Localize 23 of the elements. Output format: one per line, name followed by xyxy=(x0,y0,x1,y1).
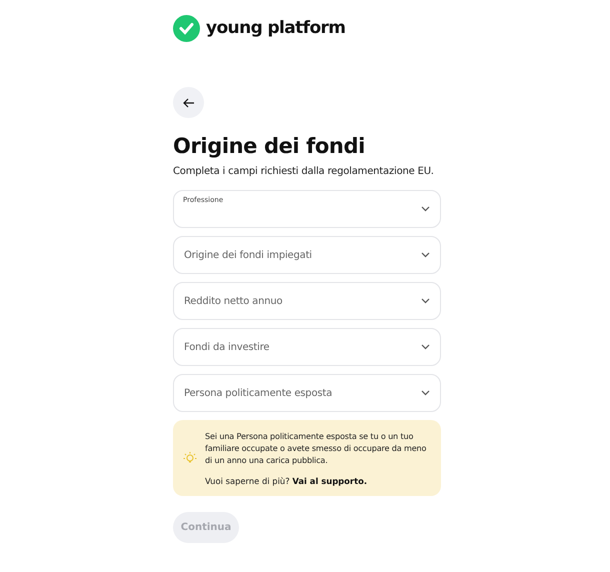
support-link[interactable]: Vai al supporto. xyxy=(292,476,368,486)
notice-question: Vuoi saperne di più? xyxy=(205,476,290,486)
lightbulb-icon xyxy=(183,451,197,465)
back-arrow-icon xyxy=(182,98,194,108)
chevron-down-icon xyxy=(421,298,430,304)
field-placeholder: Persona politicamente esposta xyxy=(184,388,334,398)
page-title: Origine dei fondi xyxy=(173,134,366,158)
notice-text: Sei una Persona politicamente esposta se tu o un tuo familiare occupate o avete smesso di occupare da meno di un anno una carica pubblica. xyxy=(205,430,427,466)
field-placeholder: Origine dei fondi impiegati xyxy=(184,250,313,260)
select-field[interactable]: Fondi da investire xyxy=(173,328,441,366)
chevron-down-icon xyxy=(421,206,430,212)
chevron-down-icon xyxy=(421,252,430,258)
page-subtitle: Completa i campi richiesti dalla regolamentazione EU. xyxy=(173,166,435,177)
select-field[interactable]: Reddito netto annuo xyxy=(173,282,441,320)
chevron-down-icon xyxy=(421,390,430,396)
logo-text: young platform xyxy=(206,18,346,38)
field-placeholder: Fondi da investire xyxy=(184,342,270,352)
chevron-down-icon xyxy=(421,344,430,350)
field-placeholder: Reddito netto annuo xyxy=(184,296,284,306)
select-field[interactable]: Origine dei fondi impiegati xyxy=(173,236,441,274)
select-field[interactable]: Persona politicamente esposta xyxy=(173,374,441,412)
logo-icon xyxy=(173,14,200,42)
back-button[interactable] xyxy=(173,87,204,118)
